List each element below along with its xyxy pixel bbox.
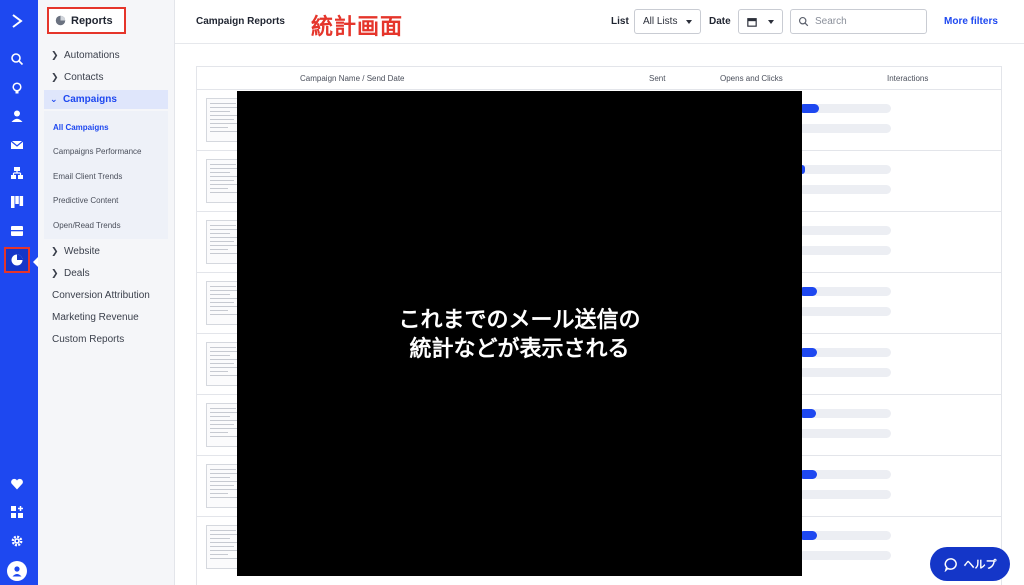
column-header-campaign-name[interactable]: Campaign Name / Send Date: [300, 74, 405, 83]
apps-icon[interactable]: [5, 500, 29, 524]
campaigns-submenu: All Campaigns Campaigns Performance Emai…: [44, 111, 168, 239]
automations-icon[interactable]: [5, 161, 29, 185]
search-icon[interactable]: [5, 47, 29, 71]
opens-bar: [799, 165, 891, 174]
search-placeholder: Search: [815, 16, 847, 27]
sidebar-item-deals[interactable]: ❯ Deals: [51, 268, 90, 279]
pipeline-icon[interactable]: [5, 190, 29, 214]
sidebar-item-marketing-revenue[interactable]: Marketing Revenue: [52, 312, 139, 323]
app-window: Reports ❯ Automations ❯ Contacts ⌄ Campa…: [0, 0, 1024, 585]
clicks-bar: [799, 368, 891, 377]
subitem-email-client-trends[interactable]: Email Client Trends: [53, 172, 122, 181]
subitem-predictive-content[interactable]: Predictive Content: [53, 196, 118, 205]
clicks-bar: [799, 124, 891, 133]
page-title: Campaign Reports: [196, 16, 285, 27]
help-button-label: ヘルプ: [963, 559, 997, 571]
clicks-bar: [799, 551, 891, 560]
heart-icon[interactable]: [5, 472, 29, 496]
sidebar-item-automations[interactable]: ❯ Automations: [51, 50, 120, 61]
sidebar-item-custom-reports[interactable]: Custom Reports: [52, 334, 124, 345]
clicks-bar: [799, 246, 891, 255]
chevron-right-icon: ❯: [51, 72, 59, 82]
chevron-down-icon: ⌄: [50, 94, 58, 104]
chevron-right-icon: ❯: [51, 268, 59, 278]
annotation-title: 統計画面: [311, 14, 404, 39]
column-header-interactions[interactable]: Interactions: [887, 74, 928, 83]
logo-icon[interactable]: [5, 9, 29, 33]
reports-sidebar: Reports ❯ Automations ❯ Contacts ⌄ Campa…: [38, 0, 175, 585]
chat-bubble-icon: [944, 557, 957, 572]
overlay-caption: これまでのメール送信の 統計などが表示される: [398, 305, 640, 363]
sidebar-item-label: Automations: [64, 50, 120, 61]
top-bar: Campaign Reports 統計画面 List All Lists Dat…: [175, 0, 1024, 44]
subitem-all-campaigns[interactable]: All Campaigns: [53, 123, 109, 132]
chevron-right-icon: ❯: [51, 246, 59, 256]
opens-bar: [799, 348, 891, 357]
column-header-sent[interactable]: Sent: [649, 74, 665, 83]
chevron-right-icon: ❯: [51, 50, 59, 60]
icon-rail: [0, 0, 39, 585]
sidebar-item-label: Campaigns: [63, 94, 117, 105]
opens-bar: [799, 287, 891, 296]
list-label: List: [611, 16, 629, 27]
gear-icon[interactable]: [5, 529, 29, 553]
contacts-icon[interactable]: [5, 104, 29, 128]
clicks-bar: [799, 490, 891, 499]
list-select-value: All Lists: [643, 16, 678, 27]
date-select[interactable]: [738, 9, 783, 34]
calendar-icon: [747, 17, 757, 27]
more-filters-link[interactable]: More filters: [944, 16, 998, 27]
opens-bar: [799, 470, 891, 479]
list-select[interactable]: All Lists: [634, 9, 701, 34]
email-icon[interactable]: [5, 133, 29, 157]
sidebar-item-campaigns[interactable]: ⌄ Campaigns: [44, 90, 168, 109]
sidebar-item-label: Contacts: [64, 72, 104, 83]
sidebar-item-contacts[interactable]: ❯ Contacts: [51, 72, 103, 83]
lightbulb-icon[interactable]: [5, 76, 29, 100]
overlay-caption-line2: 統計などが表示される: [409, 335, 630, 361]
caret-down-icon: [768, 20, 774, 24]
overlay-caption-line1: これまでのメール送信の: [398, 306, 641, 332]
sidebar-item-conversion-attribution[interactable]: Conversion Attribution: [52, 290, 150, 301]
column-header-opens-clicks[interactable]: Opens and Clicks: [720, 74, 783, 83]
search-input[interactable]: Search: [790, 9, 927, 34]
opens-bar: [799, 104, 891, 113]
subitem-campaigns-performance[interactable]: Campaigns Performance: [53, 147, 141, 156]
user-avatar-icon[interactable]: [7, 561, 27, 581]
inbox-icon[interactable]: [5, 219, 29, 243]
sidebar-item-label: Website: [64, 246, 100, 257]
opens-bar-fill: [799, 104, 819, 113]
annotation-overlay: これまでのメール送信の 統計などが表示される: [237, 91, 802, 576]
opens-bar: [799, 409, 891, 418]
reports-title-box[interactable]: Reports: [47, 7, 126, 34]
reports-title: Reports: [71, 14, 113, 27]
clicks-bar: [799, 307, 891, 316]
subitem-open-read-trends[interactable]: Open/Read Trends: [53, 221, 121, 230]
date-label: Date: [709, 16, 731, 27]
reports-pie-icon: [55, 15, 66, 26]
opens-bar: [799, 226, 891, 235]
search-icon: [798, 16, 809, 27]
opens-bar: [799, 531, 891, 540]
clicks-bar: [799, 429, 891, 438]
caret-down-icon: [686, 20, 692, 24]
sidebar-item-label: Deals: [64, 268, 90, 279]
sidebar-item-website[interactable]: ❯ Website: [51, 246, 100, 257]
clicks-bar: [799, 185, 891, 194]
reports-icon[interactable]: [4, 247, 30, 273]
help-button[interactable]: ヘルプ: [930, 547, 1010, 581]
